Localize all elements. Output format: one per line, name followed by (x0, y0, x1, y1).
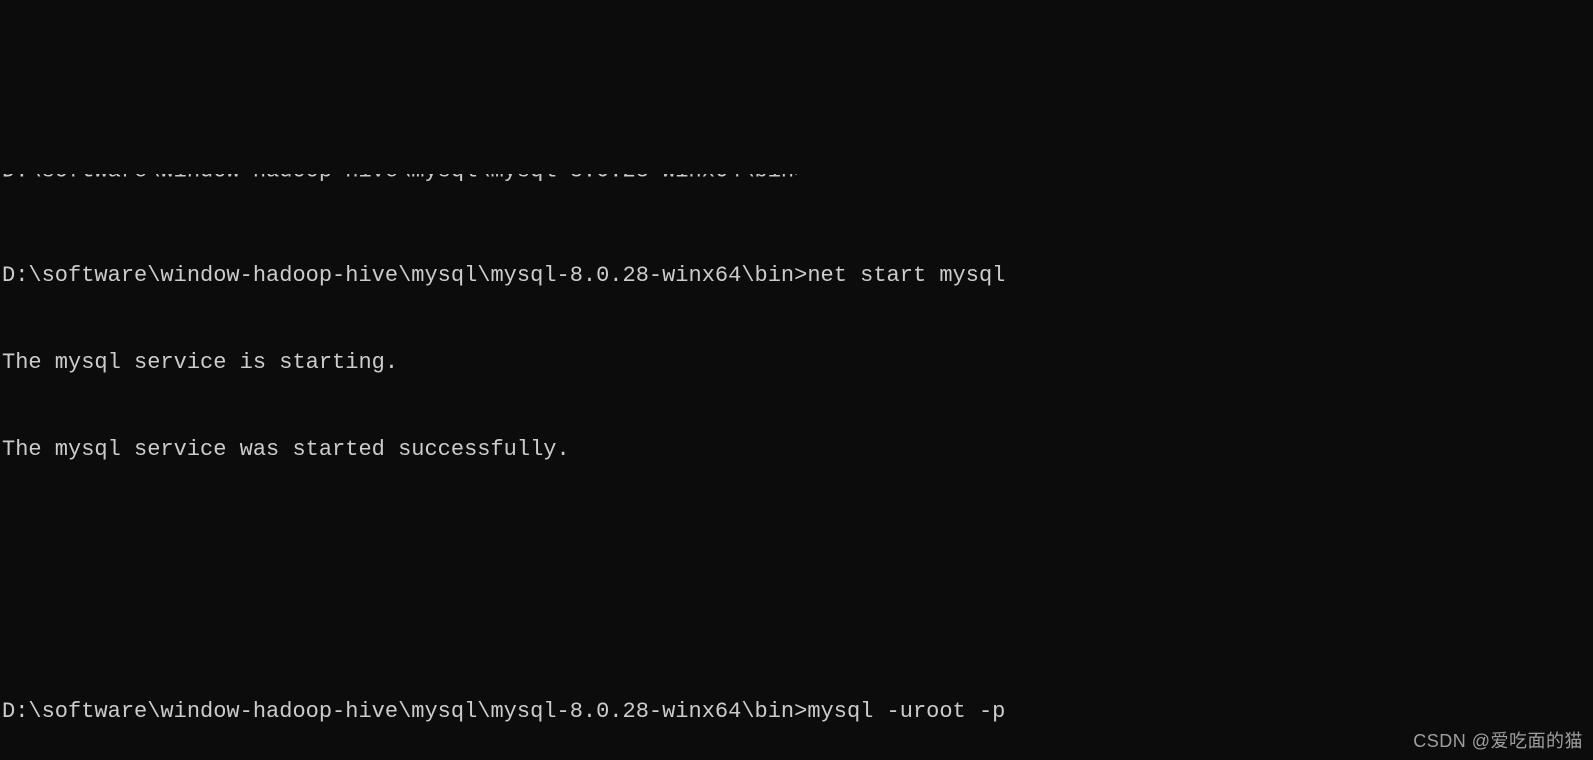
terminal-line (2, 610, 1593, 639)
terminal-line-cut: D:\software\window-hadoop-hive\mysql\mys… (2, 174, 1593, 203)
terminal-output[interactable]: D:\software\window-hadoop-hive\mysql\mys… (0, 116, 1593, 760)
terminal-line: D:\software\window-hadoop-hive\mysql\mys… (2, 261, 1593, 290)
watermark-text: CSDN @爱吃面的猫 (1413, 730, 1583, 754)
terminal-line: The mysql service is starting. (2, 348, 1593, 377)
terminal-line (2, 523, 1593, 552)
terminal-line: The mysql service was started successful… (2, 435, 1593, 464)
terminal-line: D:\software\window-hadoop-hive\mysql\mys… (2, 697, 1593, 726)
